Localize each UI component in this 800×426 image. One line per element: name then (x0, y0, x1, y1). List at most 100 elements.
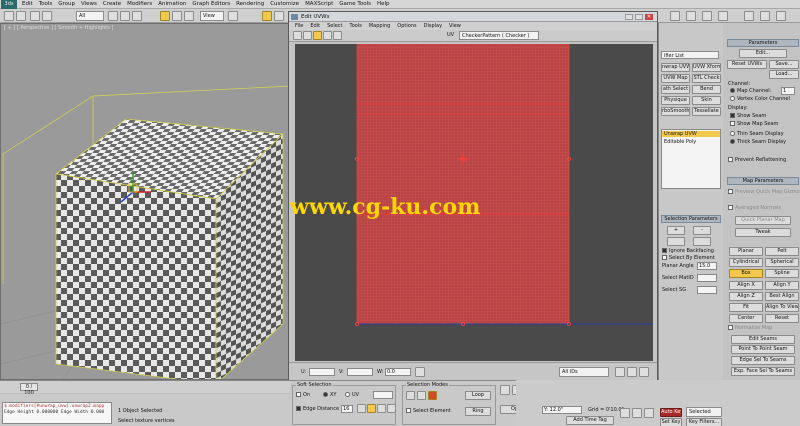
matid-field[interactable] (697, 274, 717, 282)
mirror-icon[interactable] (333, 31, 342, 40)
select-by-name-icon[interactable] (120, 11, 130, 21)
exp-face-sel-to-seams-button[interactable]: Exp. Face Sel To Seams (731, 367, 795, 376)
ring-grow-button[interactable] (667, 237, 685, 246)
reset-map-button[interactable]: Reset (765, 314, 799, 323)
best-align-button[interactable]: Best Align (765, 292, 799, 301)
soft-selection-on-checkbox[interactable]: On (296, 392, 310, 398)
edge-distance-checkbox[interactable]: Edge Distance (296, 406, 339, 412)
material-editor-icon[interactable] (670, 11, 680, 21)
edge-distance-field[interactable]: 16 (341, 405, 353, 413)
render-frame-icon[interactable] (702, 11, 712, 21)
uvw-menu-select[interactable]: Select (327, 22, 342, 30)
modifier-button-9[interactable]: Tessellate (692, 107, 721, 116)
menu-item-create[interactable]: Create (103, 1, 121, 7)
planar-button[interactable]: Planar (729, 247, 763, 256)
pelt-button[interactable]: Pelt (765, 247, 799, 256)
uvw-menu-view[interactable]: View (449, 22, 461, 30)
scale-icon[interactable] (313, 31, 322, 40)
render-setup-icon[interactable] (686, 11, 696, 21)
link-icon[interactable] (30, 11, 40, 21)
rotate-minus-icon[interactable] (500, 385, 510, 395)
key-mode-dropdown[interactable]: Selected (686, 407, 722, 417)
uvw-menu-mapping[interactable]: Mapping (369, 22, 390, 30)
menu-item-help[interactable]: Help (377, 1, 390, 7)
select-rotate-icon[interactable] (172, 11, 182, 21)
select-matid-button[interactable]: Select MatID (662, 275, 694, 281)
point-to-point-seam-button[interactable]: Point To Point Seam (731, 345, 795, 354)
spherical-button[interactable]: Spherical (765, 258, 799, 267)
menu-item-maxscript[interactable]: MAXScript (305, 1, 333, 7)
uvw-menu-edit[interactable]: Edit (310, 22, 320, 30)
uvw-menu-options[interactable]: Options (397, 22, 416, 30)
time-slider[interactable]: 0 / 100 (0, 380, 290, 396)
tweak-button[interactable]: Tweak (735, 228, 791, 237)
menu-item-views[interactable]: Views (81, 1, 97, 7)
maxscript-listener[interactable]: $.modifiers[#unwrap_uvw].unwrap2.mapp Ed… (2, 402, 112, 424)
reference-coord-dropdown[interactable]: View (200, 11, 224, 21)
modifier-button-0[interactable]: nwrap UVW (661, 63, 690, 72)
select-scale-icon[interactable] (184, 11, 194, 21)
load-button[interactable]: Load... (769, 70, 799, 79)
play-icon[interactable] (644, 408, 654, 418)
falloff-fast-icon[interactable] (387, 404, 396, 413)
menu-item-group[interactable]: Group (58, 1, 75, 7)
edge-sel-to-seams-button[interactable]: Edge Sel To Seams (731, 356, 795, 365)
close-icon[interactable]: ✕ (645, 14, 653, 20)
ids-dropdown[interactable]: All IDs (559, 367, 609, 377)
menu-item-game-tools[interactable]: Game Tools (339, 1, 371, 7)
thin-seam-radio[interactable]: Thin Seam Display (730, 131, 784, 137)
select-object-icon[interactable] (108, 11, 118, 21)
goto-start-icon[interactable] (620, 408, 630, 418)
loop-grow-button[interactable] (693, 237, 711, 246)
app-logo-icon[interactable]: 3ds (1, 0, 17, 9)
menu-item-customize[interactable]: Customize (270, 1, 299, 7)
select-by-element-checkbox[interactable]: Select By Element (662, 255, 715, 261)
modifier-button-2[interactable]: UVW Map (661, 74, 690, 83)
averaged-normals-checkbox[interactable]: Averaged Normals (728, 205, 781, 211)
uvw-menu-file[interactable]: File (295, 22, 303, 30)
uv-radio[interactable]: UV (345, 392, 359, 398)
save-button[interactable]: Save... (769, 60, 799, 69)
stack-item-editable-poly[interactable]: Editable Poly (662, 139, 696, 145)
box-button[interactable]: Box (729, 269, 763, 278)
parameters-rollout[interactable]: Parameters (727, 39, 799, 47)
edit-seams-button[interactable]: Edit Seams (731, 335, 795, 344)
edit-button[interactable]: Edit... (739, 49, 787, 58)
thick-seam-radio[interactable]: Thick Seam Display (730, 139, 786, 145)
quick-render-icon[interactable] (718, 11, 728, 21)
key-filters-button[interactable]: Key Filters... (686, 418, 722, 426)
falloff-slow-icon[interactable] (377, 404, 386, 413)
select-sg-button[interactable]: Select SG (662, 287, 686, 293)
menu-item-rendering[interactable]: Rendering (236, 1, 264, 7)
zoom-extents-icon[interactable] (639, 367, 649, 377)
zoom-icon[interactable] (627, 367, 637, 377)
modifier-button-7[interactable]: Skin (692, 96, 721, 105)
menu-item-tools[interactable]: Tools (39, 1, 53, 7)
prev-frame-icon[interactable] (632, 408, 642, 418)
xy-radio[interactable]: XY (323, 392, 336, 398)
checker-pattern-dropdown[interactable]: CheckerPattern ( Checker ) (459, 31, 539, 40)
map-channel-radio[interactable]: Map Channel: (730, 88, 771, 94)
modify-panel-icon[interactable] (744, 11, 754, 21)
sg-field[interactable] (697, 286, 717, 294)
modifier-button-8[interactable]: rboSmooth (661, 107, 690, 116)
grow-button[interactable]: + (667, 226, 685, 235)
show-seam-checkbox[interactable]: Show Seam (730, 113, 766, 119)
loop-button[interactable]: Loop (465, 391, 491, 400)
w-field[interactable]: 0.0 (385, 368, 411, 376)
quick-planar-map-button[interactable]: Quick Planar Map (735, 216, 791, 225)
viewport-label[interactable]: [ + ] [ Perspective ] [ Smooth + Highlig… (4, 25, 113, 31)
reset-uvws-button[interactable]: Reset UVWs (727, 60, 767, 69)
planar-angle-field[interactable]: 15.0 (697, 262, 717, 270)
uv-shell[interactable] (356, 44, 570, 325)
menu-item-graph-editors[interactable]: Graph Editors (192, 1, 230, 7)
map-parameters-rollout[interactable]: Map Parameters (727, 177, 799, 185)
falloff-field[interactable] (373, 391, 393, 399)
falloff-linear-icon[interactable] (367, 404, 376, 413)
move-icon[interactable] (293, 31, 302, 40)
freeform-icon[interactable] (323, 31, 332, 40)
ignore-backfacing-checkbox[interactable]: Ignore Backfacing (662, 248, 714, 254)
select-move-icon[interactable] (160, 11, 170, 21)
select-element-checkbox[interactable]: Select Element (406, 408, 451, 414)
hierarchy-panel-icon[interactable] (760, 11, 770, 21)
